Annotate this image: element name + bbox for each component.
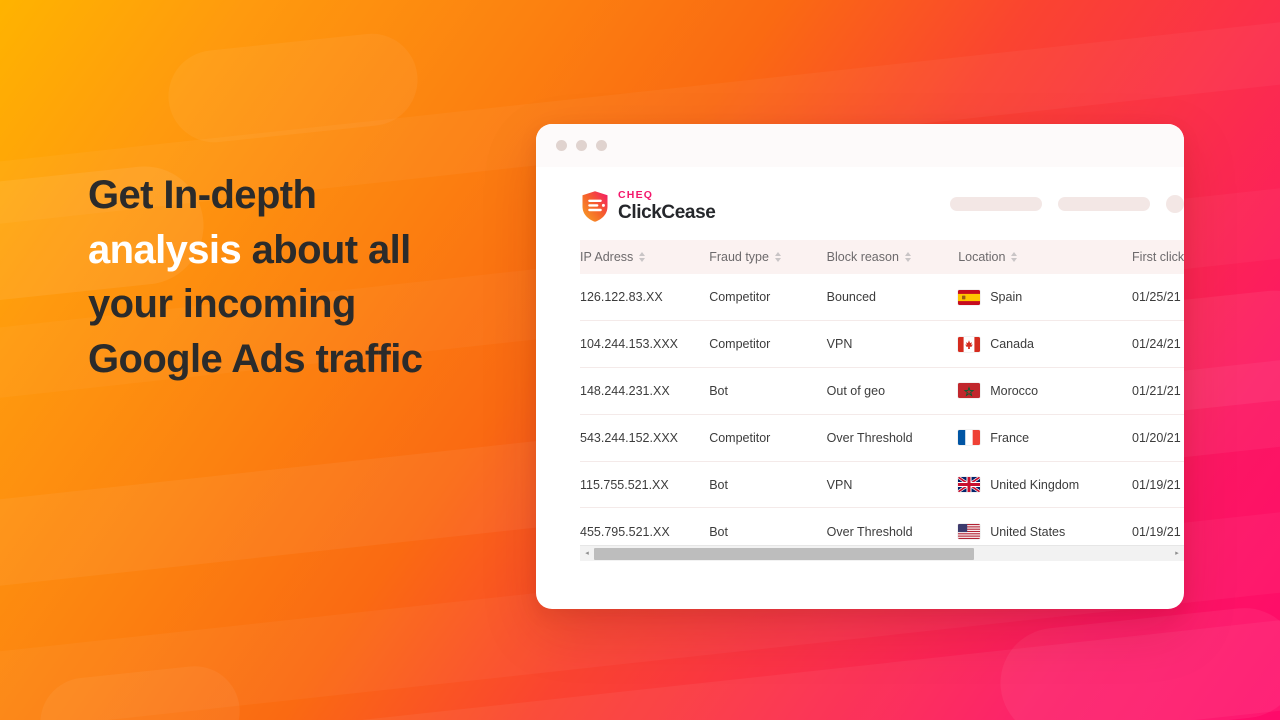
background-blob [995, 602, 1280, 720]
cell-fraud-type: Competitor [709, 414, 827, 462]
column-label-first-click: First click [1132, 250, 1184, 264]
cell-block-reason: VPN [826, 320, 959, 369]
cell-fraud-type: Competitor [709, 274, 827, 322]
cell-first-click: 01/19/21 18: [1132, 461, 1184, 509]
cell-location: United Kingdom [958, 461, 1133, 509]
window-close-dot[interactable] [556, 140, 567, 151]
cell-block-reason: Out of geo [826, 367, 959, 415]
top-navigation [950, 195, 1184, 213]
table-row[interactable]: 148.244.231.XX Bot Out of geo Morocco 01/21/… [580, 367, 1184, 415]
country-label: Morocco [990, 383, 1039, 398]
column-label-ip: IP Adress [580, 250, 634, 264]
cell-first-click: 01/21/21 12: [1132, 367, 1184, 415]
cell-block-reason: Bounced [826, 274, 959, 322]
scrollbar-thumb[interactable] [594, 547, 975, 560]
sort-icon[interactable] [639, 252, 646, 262]
nav-placeholder-2[interactable] [1058, 197, 1150, 211]
avatar[interactable] [1166, 195, 1184, 213]
cell-location: France [958, 414, 1133, 462]
column-header-block-reason[interactable]: Block reason [826, 240, 959, 274]
cell-ip: 115.755.521.XX [580, 461, 710, 509]
sort-icon[interactable] [904, 252, 911, 262]
table-header-row: IP Adress Fraud type Block reason Locati… [580, 240, 1184, 274]
flag-morocco [958, 383, 981, 399]
cell-fraud-type: Bot [709, 461, 827, 509]
column-label-fraud-type: Fraud type [709, 250, 769, 264]
country-label: France [990, 430, 1030, 445]
hero-highlight: analysis [88, 227, 242, 272]
scroll-left-arrow[interactable]: ◂ [580, 550, 594, 557]
brand-name: ClickCease [618, 202, 716, 224]
cell-ip: 543.244.152.XXX [580, 414, 710, 462]
table-row[interactable]: 543.244.152.XXX Competitor Over Threshold F… [580, 414, 1184, 462]
flag-united-states [958, 524, 981, 540]
shield-icon [580, 190, 610, 223]
hero-line-2-rest: about all [241, 227, 412, 272]
app-header: CHEQ ClickCease [536, 181, 1184, 231]
cell-fraud-type: Competitor [709, 320, 827, 369]
cell-first-click: 01/24/21 16 [1132, 320, 1184, 369]
nav-placeholder-1[interactable] [950, 197, 1042, 211]
cell-fraud-type: Bot [709, 367, 827, 415]
country-label: Spain [990, 290, 1023, 305]
horizontal-scrollbar[interactable]: ◂ ▸ [580, 545, 1184, 561]
cell-first-click: 01/25/21 18 [1132, 274, 1184, 322]
flag-united-kingdom [958, 477, 981, 493]
hero-line-3: your incoming [88, 282, 356, 326]
column-header-ip[interactable]: IP Adress [580, 240, 710, 274]
table-row[interactable]: 104.244.153.XXX Competitor VPN Canada 01/24/… [580, 320, 1184, 369]
country-label: United Kingdom [990, 477, 1080, 492]
browser-window: CHEQ ClickCease IP Adress Fraud type Blo… [536, 124, 1184, 609]
window-titlebar [536, 124, 1184, 167]
sort-icon[interactable] [774, 252, 781, 262]
column-header-fraud-type[interactable]: Fraud type [709, 240, 827, 274]
cell-ip: 126.122.83.XX [580, 274, 710, 322]
scroll-right-arrow[interactable]: ▸ [1170, 550, 1184, 557]
brand-eyebrow: CHEQ [618, 188, 654, 201]
cell-first-click: 01/20/21 09 [1132, 414, 1184, 462]
column-label-location: Location [958, 250, 1006, 264]
column-label-block-reason: Block reason [826, 250, 899, 264]
flag-france [958, 430, 981, 446]
column-header-first-click[interactable]: First click [1132, 240, 1184, 274]
scrollbar-track[interactable] [594, 546, 1170, 562]
cell-block-reason: Over Threshold [826, 414, 959, 462]
cell-location: Morocco [958, 367, 1133, 415]
table-header: IP Adress Fraud type Block reason Locati… [580, 240, 1184, 274]
cell-block-reason: VPN [826, 461, 959, 509]
clickcease-logo[interactable]: CHEQ ClickCease [580, 188, 716, 224]
cell-location: Canada [958, 320, 1133, 369]
country-label: United States [990, 524, 1066, 539]
cell-ip: 148.244.231.XX [580, 367, 710, 415]
window-maximize-dot[interactable] [596, 140, 607, 151]
hero-headline: Get In-depth analysis about all your incom… [88, 168, 508, 386]
sort-icon[interactable] [1011, 252, 1018, 262]
cell-ip: 104.244.153.XXX [580, 320, 710, 369]
flag-spain [958, 289, 981, 305]
table-row[interactable]: 115.755.521.XX Bot VPN United Kingdom 01/19/… [580, 461, 1184, 509]
cell-location: Spain [958, 274, 1133, 322]
hero-line-1: Get In-depth [88, 173, 317, 217]
country-label: Canada [990, 337, 1034, 352]
hero-line-4: Google Ads traffic [88, 336, 423, 381]
traffic-table: IP Adress Fraud type Block reason Locati… [580, 240, 1184, 555]
table-body: 126.122.83.XX Competitor Bounced Spain 01/25… [580, 274, 1184, 555]
flag-canada [958, 336, 981, 352]
window-minimize-dot[interactable] [576, 140, 587, 151]
table-row[interactable]: 126.122.83.XX Competitor Bounced Spain 01/25… [580, 274, 1184, 322]
column-header-location[interactable]: Location [958, 240, 1133, 274]
